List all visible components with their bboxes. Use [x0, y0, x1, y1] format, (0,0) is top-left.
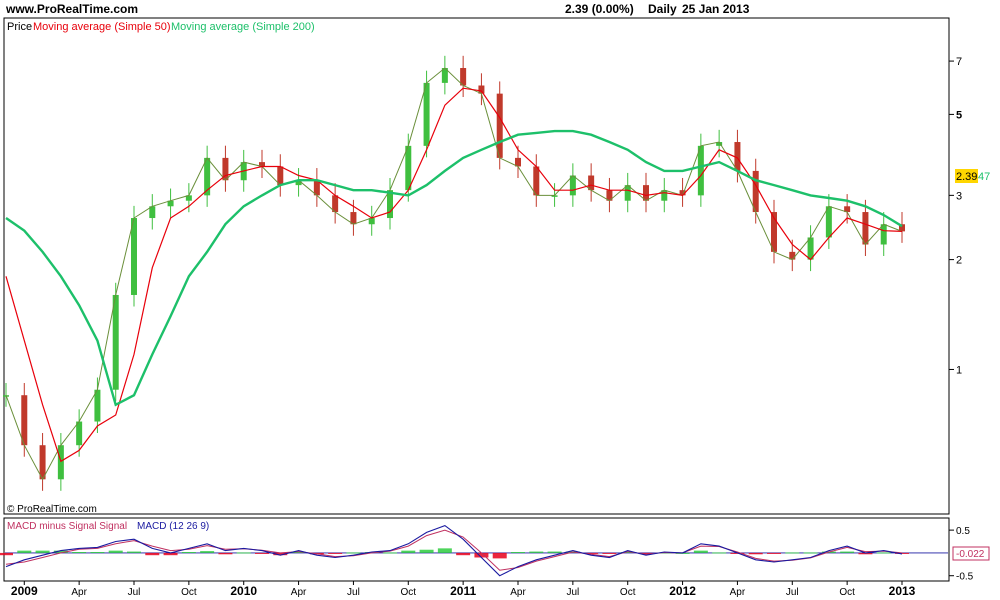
- price-panel: [3, 17, 950, 515]
- y-tick-label: 5: [956, 109, 962, 121]
- x-tick-label: Jul: [347, 587, 360, 598]
- macd-hist-bar: [90, 552, 105, 554]
- price-candle: [387, 190, 393, 219]
- macd-hist-bar: [401, 550, 416, 553]
- price-candle: [39, 445, 46, 480]
- x-tick-label: Jul: [566, 587, 579, 598]
- macd-hist-bar: [35, 550, 50, 553]
- x-tick-label: 2010: [230, 584, 257, 598]
- y-tick-label: 1: [956, 364, 962, 376]
- macd-hist-bar: [181, 552, 196, 554]
- price-candle: [131, 218, 137, 295]
- legend-ma50: Moving average (Simple 50): [33, 21, 171, 33]
- macd-last-label: -0.022: [956, 549, 985, 560]
- macd-hist-bar: [767, 552, 781, 554]
- macd-hist-bar: [547, 551, 562, 553]
- x-axis: 2009 Apr Jul Oct 2010 Apr Jul Oct 2011 Apr Jul Oct 2…: [11, 581, 916, 598]
- macd-hist-bar: [748, 552, 763, 555]
- macd-hist-bar: [876, 552, 891, 554]
- legend-price: Price: [7, 21, 32, 33]
- x-tick-label: Jul: [128, 587, 141, 598]
- copyright: © ProRealTime.com: [7, 504, 97, 515]
- macd-hist-bar: [840, 551, 855, 553]
- macd-hist-bar: [437, 548, 452, 553]
- x-tick-label: Oct: [839, 587, 855, 598]
- y-tick-label: 2: [956, 255, 962, 267]
- x-tick-label: 2009: [11, 584, 38, 598]
- price-candle: [752, 170, 759, 213]
- legend-ma200: Moving average (Simple 200): [171, 21, 315, 33]
- x-tick-label: Jul: [786, 587, 799, 598]
- macd-hist-bar: [218, 552, 233, 555]
- macd-hist-bar: [602, 552, 617, 554]
- macd-hist-bar: [17, 550, 32, 553]
- y-tick-label: 3: [956, 190, 962, 202]
- y-tick-label: 7: [956, 56, 962, 68]
- last-price-label: 2.39: [956, 171, 977, 183]
- macd-hist-bar: [492, 552, 507, 559]
- macd-hist-bar: [127, 551, 141, 553]
- macd-hist-bar: [529, 551, 544, 553]
- price-candle: [533, 166, 540, 196]
- macd-hist-bar: [785, 552, 800, 554]
- macd-hist-bar: [145, 552, 160, 556]
- macd-hist-bar: [693, 550, 708, 553]
- macd-hist-bar: [346, 552, 361, 554]
- macd-hist-bar: [803, 552, 818, 554]
- price-y-axis: 7 5 3 2 1: [949, 56, 962, 376]
- price-candle: [76, 421, 83, 446]
- macd-hist-bar: [200, 551, 215, 553]
- x-tick-label: Apr: [291, 587, 307, 598]
- price-candle: [423, 82, 430, 146]
- price-candle: [862, 212, 869, 245]
- macd-hist-bar: [419, 549, 434, 553]
- x-tick-label: Oct: [401, 587, 417, 598]
- macd-hist-bar: [108, 550, 123, 553]
- chart-canvas: 7 5 3 2 1 0.5 -0.5 2009 Apr Jul Oct 2010 Apr Jul Oct…: [0, 17, 990, 598]
- x-tick-label: Apr: [510, 587, 526, 598]
- macd-hist-bar: [511, 552, 525, 554]
- price-candle: [405, 145, 412, 191]
- x-tick-label: 2011: [450, 584, 476, 598]
- macd-hist-bar: [712, 552, 727, 554]
- x-tick-label: 2013: [889, 584, 916, 598]
- x-tick-label: Apr: [71, 587, 87, 598]
- x-tick-label: Oct: [181, 587, 197, 598]
- price-candle: [880, 224, 887, 245]
- macd-hist-bar: [383, 552, 397, 554]
- x-tick-label: Oct: [620, 587, 636, 598]
- price-candle: [94, 389, 101, 422]
- x-tick-label: Apr: [730, 587, 746, 598]
- macd-y-tick-label: 0.5: [956, 526, 970, 537]
- macd-legend-b: MACD (12 26 9): [137, 521, 209, 532]
- macd-hist-bar: [328, 552, 343, 554]
- macd-hist-bar: [456, 552, 471, 556]
- macd-legend-a: MACD minus Signal Signal: [7, 521, 127, 532]
- x-tick-label: 2012: [669, 584, 696, 598]
- macd-hist-bar: [255, 552, 269, 554]
- price-candle: [496, 93, 503, 158]
- price-candle: [21, 395, 28, 446]
- price-candle: [57, 445, 64, 480]
- price-candle: [825, 206, 832, 238]
- last-ma-label: 47: [978, 171, 990, 183]
- macd-hist-bar: [0, 552, 13, 556]
- macd-hist-bar: [72, 552, 87, 554]
- price-candle: [697, 145, 704, 196]
- price-candle: [112, 294, 119, 390]
- macd-y-tick-label: -0.5: [956, 572, 974, 583]
- macd-hist-bar: [236, 552, 251, 554]
